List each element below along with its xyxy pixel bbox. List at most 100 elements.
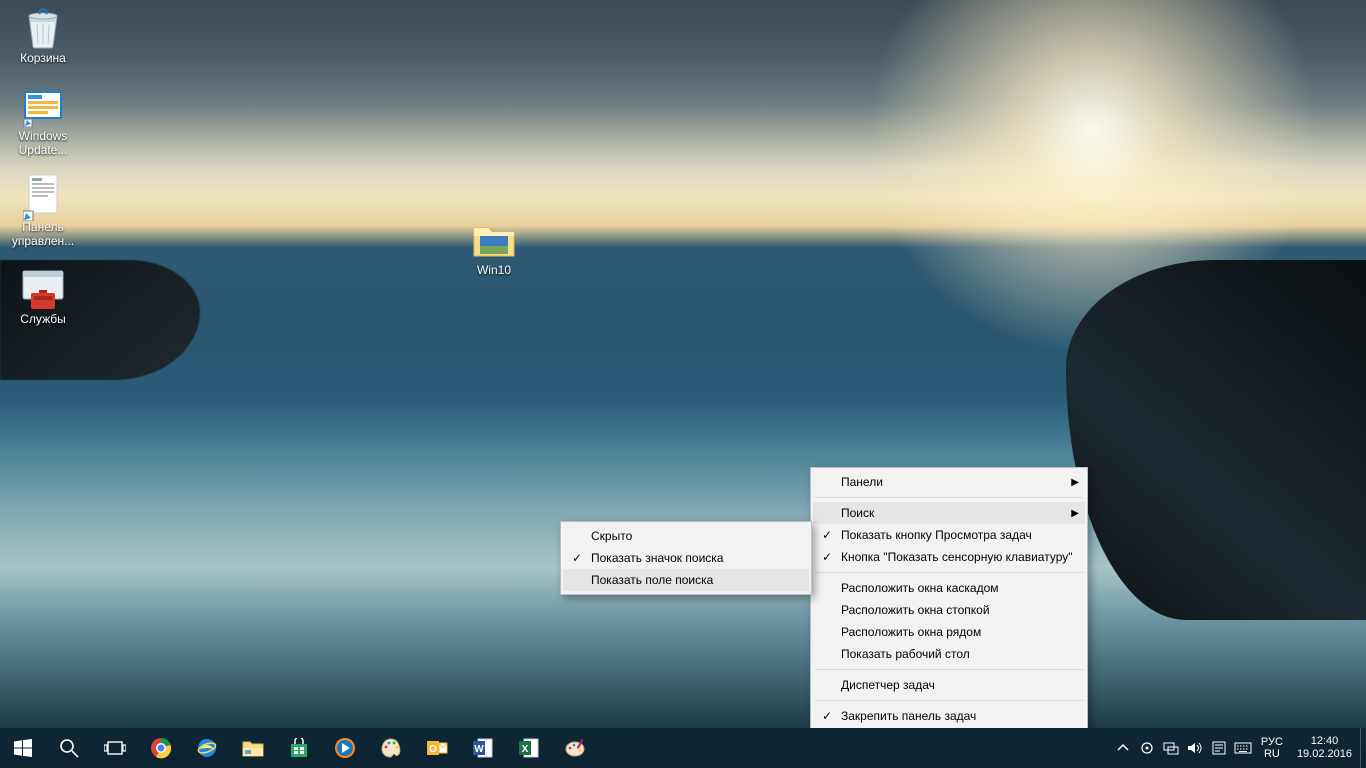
menu-item-stack-windows[interactable]: Расположить окна стопкой: [813, 599, 1085, 621]
media-player-icon: [334, 737, 356, 759]
menu-item-search-hidden[interactable]: Скрыто: [563, 525, 809, 547]
menu-item-show-desktop[interactable]: Показать рабочий стол: [813, 643, 1085, 665]
outlook-icon: O: [426, 737, 448, 759]
services-icon: [21, 267, 65, 311]
tray-input-indicator-icon[interactable]: [1207, 728, 1231, 768]
taskbar[interactable]: O W X РУ: [0, 728, 1366, 768]
desktop-icon-recycle-bin[interactable]: Корзина: [6, 6, 80, 66]
desktop-icon-win10-folder[interactable]: Win10: [457, 218, 531, 278]
internet-explorer-icon: [196, 737, 218, 759]
taskbar-app-excel[interactable]: X: [506, 728, 552, 768]
network-icon: [1163, 741, 1179, 755]
language-indicator[interactable]: РУС RU: [1255, 736, 1289, 760]
chrome-icon: [150, 737, 172, 759]
location-icon: [1140, 741, 1154, 755]
taskbar-context-menu: Панели ▶ Поиск ▶ ✓ Показать кнопку Просм…: [810, 467, 1088, 753]
clock-time: 12:40: [1297, 735, 1352, 748]
chevron-up-icon: [1117, 742, 1129, 754]
desktop-icon-label: Панель управлен...: [7, 221, 79, 249]
desktop-icon-control-panel[interactable]: Панель управлен...: [6, 175, 80, 249]
menu-separator: [815, 497, 1083, 498]
menu-item-label: Закрепить панель задач: [841, 709, 976, 723]
menu-item-show-taskview-button[interactable]: ✓ Показать кнопку Просмотра задач: [813, 524, 1085, 546]
search-icon: [58, 737, 80, 759]
taskbar-app-paint[interactable]: [368, 728, 414, 768]
svg-text:O: O: [429, 744, 437, 755]
taskbar-app-word[interactable]: W: [460, 728, 506, 768]
volume-icon: [1187, 741, 1203, 755]
desktop-icon-label: Службы: [20, 313, 65, 327]
paint-icon: [380, 737, 402, 759]
store-icon: [288, 737, 310, 759]
taskbar-app-outlook[interactable]: O: [414, 728, 460, 768]
menu-item-label: Панели: [841, 475, 883, 489]
menu-item-label: Расположить окна каскадом: [841, 581, 999, 595]
tray-volume-icon[interactable]: [1183, 728, 1207, 768]
taskbar-search-button[interactable]: [46, 728, 92, 768]
task-view-icon: [104, 737, 126, 759]
keyboard-icon: [1234, 741, 1252, 755]
menu-item-search-show-icon[interactable]: ✓ Показать значок поиска: [563, 547, 809, 569]
menu-item-label: Показать рабочий стол: [841, 647, 970, 661]
desktop-icon-label: Win10: [477, 264, 511, 278]
menu-item-label: Кнопка "Показать сенсорную клавиатуру": [841, 550, 1073, 564]
submenu-arrow-icon: ▶: [1071, 508, 1079, 519]
menu-item-label: Показать значок поиска: [591, 551, 723, 565]
check-icon: ✓: [821, 550, 833, 564]
taskbar-app-media-player[interactable]: [322, 728, 368, 768]
language-line1: РУС: [1261, 736, 1283, 748]
search-submenu: Скрыто ✓ Показать значок поиска Показать…: [560, 521, 812, 595]
menu-item-task-manager[interactable]: Диспетчер задач: [813, 674, 1085, 696]
tray-show-hidden-icons[interactable]: [1111, 728, 1135, 768]
menu-item-search-show-bar[interactable]: Показать поле поиска: [563, 569, 809, 591]
desktop-icon-label: Корзина: [20, 52, 66, 66]
folder-icon: [472, 218, 516, 262]
check-icon: ✓: [571, 551, 583, 565]
menu-separator: [815, 572, 1083, 573]
excel-icon: X: [518, 737, 540, 759]
menu-item-toolbars[interactable]: Панели ▶: [813, 471, 1085, 493]
tray-touch-keyboard-icon[interactable]: [1231, 728, 1255, 768]
control-panel-shortcut-icon: [21, 175, 65, 219]
show-desktop-button[interactable]: [1360, 728, 1366, 768]
system-tray: РУС RU 12:40 19.02.2016: [1111, 728, 1366, 768]
menu-item-search[interactable]: Поиск ▶: [813, 502, 1085, 524]
clock[interactable]: 12:40 19.02.2016: [1289, 735, 1360, 761]
document-icon: [1211, 741, 1227, 755]
tray-network-icon[interactable]: [1159, 728, 1183, 768]
tray-location-icon[interactable]: [1135, 728, 1159, 768]
windows-logo-icon: [12, 737, 34, 759]
taskbar-app-ie[interactable]: [184, 728, 230, 768]
menu-separator: [815, 669, 1083, 670]
desktop-icon-windows-update[interactable]: Windows Update...: [6, 84, 80, 158]
taskbar-app-file-explorer[interactable]: [230, 728, 276, 768]
submenu-arrow-icon: ▶: [1071, 477, 1079, 488]
menu-item-side-by-side-windows[interactable]: Расположить окна рядом: [813, 621, 1085, 643]
desktop-icon-label: Windows Update...: [7, 130, 79, 158]
task-view-button[interactable]: [92, 728, 138, 768]
menu-item-label: Расположить окна рядом: [841, 625, 981, 639]
menu-separator: [815, 700, 1083, 701]
check-icon: ✓: [821, 528, 833, 542]
file-explorer-icon: [242, 737, 264, 759]
taskbar-app-chrome[interactable]: [138, 728, 184, 768]
word-icon: W: [472, 737, 494, 759]
windows-update-icon: [21, 84, 65, 128]
language-line2: RU: [1261, 748, 1283, 760]
desktop[interactable]: Корзина Windows Update...: [0, 0, 1366, 728]
menu-item-lock-taskbar[interactable]: ✓ Закрепить панель задач: [813, 705, 1085, 727]
menu-item-label: Показать поле поиска: [591, 573, 713, 587]
menu-item-cascade-windows[interactable]: Расположить окна каскадом: [813, 577, 1085, 599]
svg-text:X: X: [522, 744, 529, 755]
taskbar-app-store[interactable]: [276, 728, 322, 768]
start-button[interactable]: [0, 728, 46, 768]
desktop-icons-column: Корзина Windows Update...: [6, 6, 80, 327]
menu-item-label: Поиск: [841, 506, 874, 520]
menu-item-label: Показать кнопку Просмотра задач: [841, 528, 1032, 542]
paint-palette-icon: [564, 737, 586, 759]
check-icon: ✓: [821, 709, 833, 723]
menu-item-touch-keyboard-button[interactable]: ✓ Кнопка "Показать сенсорную клавиатуру": [813, 546, 1085, 568]
desktop-icon-services[interactable]: Службы: [6, 267, 80, 327]
taskbar-app-paint2[interactable]: [552, 728, 598, 768]
wallpaper-rock-right: [1066, 260, 1366, 620]
